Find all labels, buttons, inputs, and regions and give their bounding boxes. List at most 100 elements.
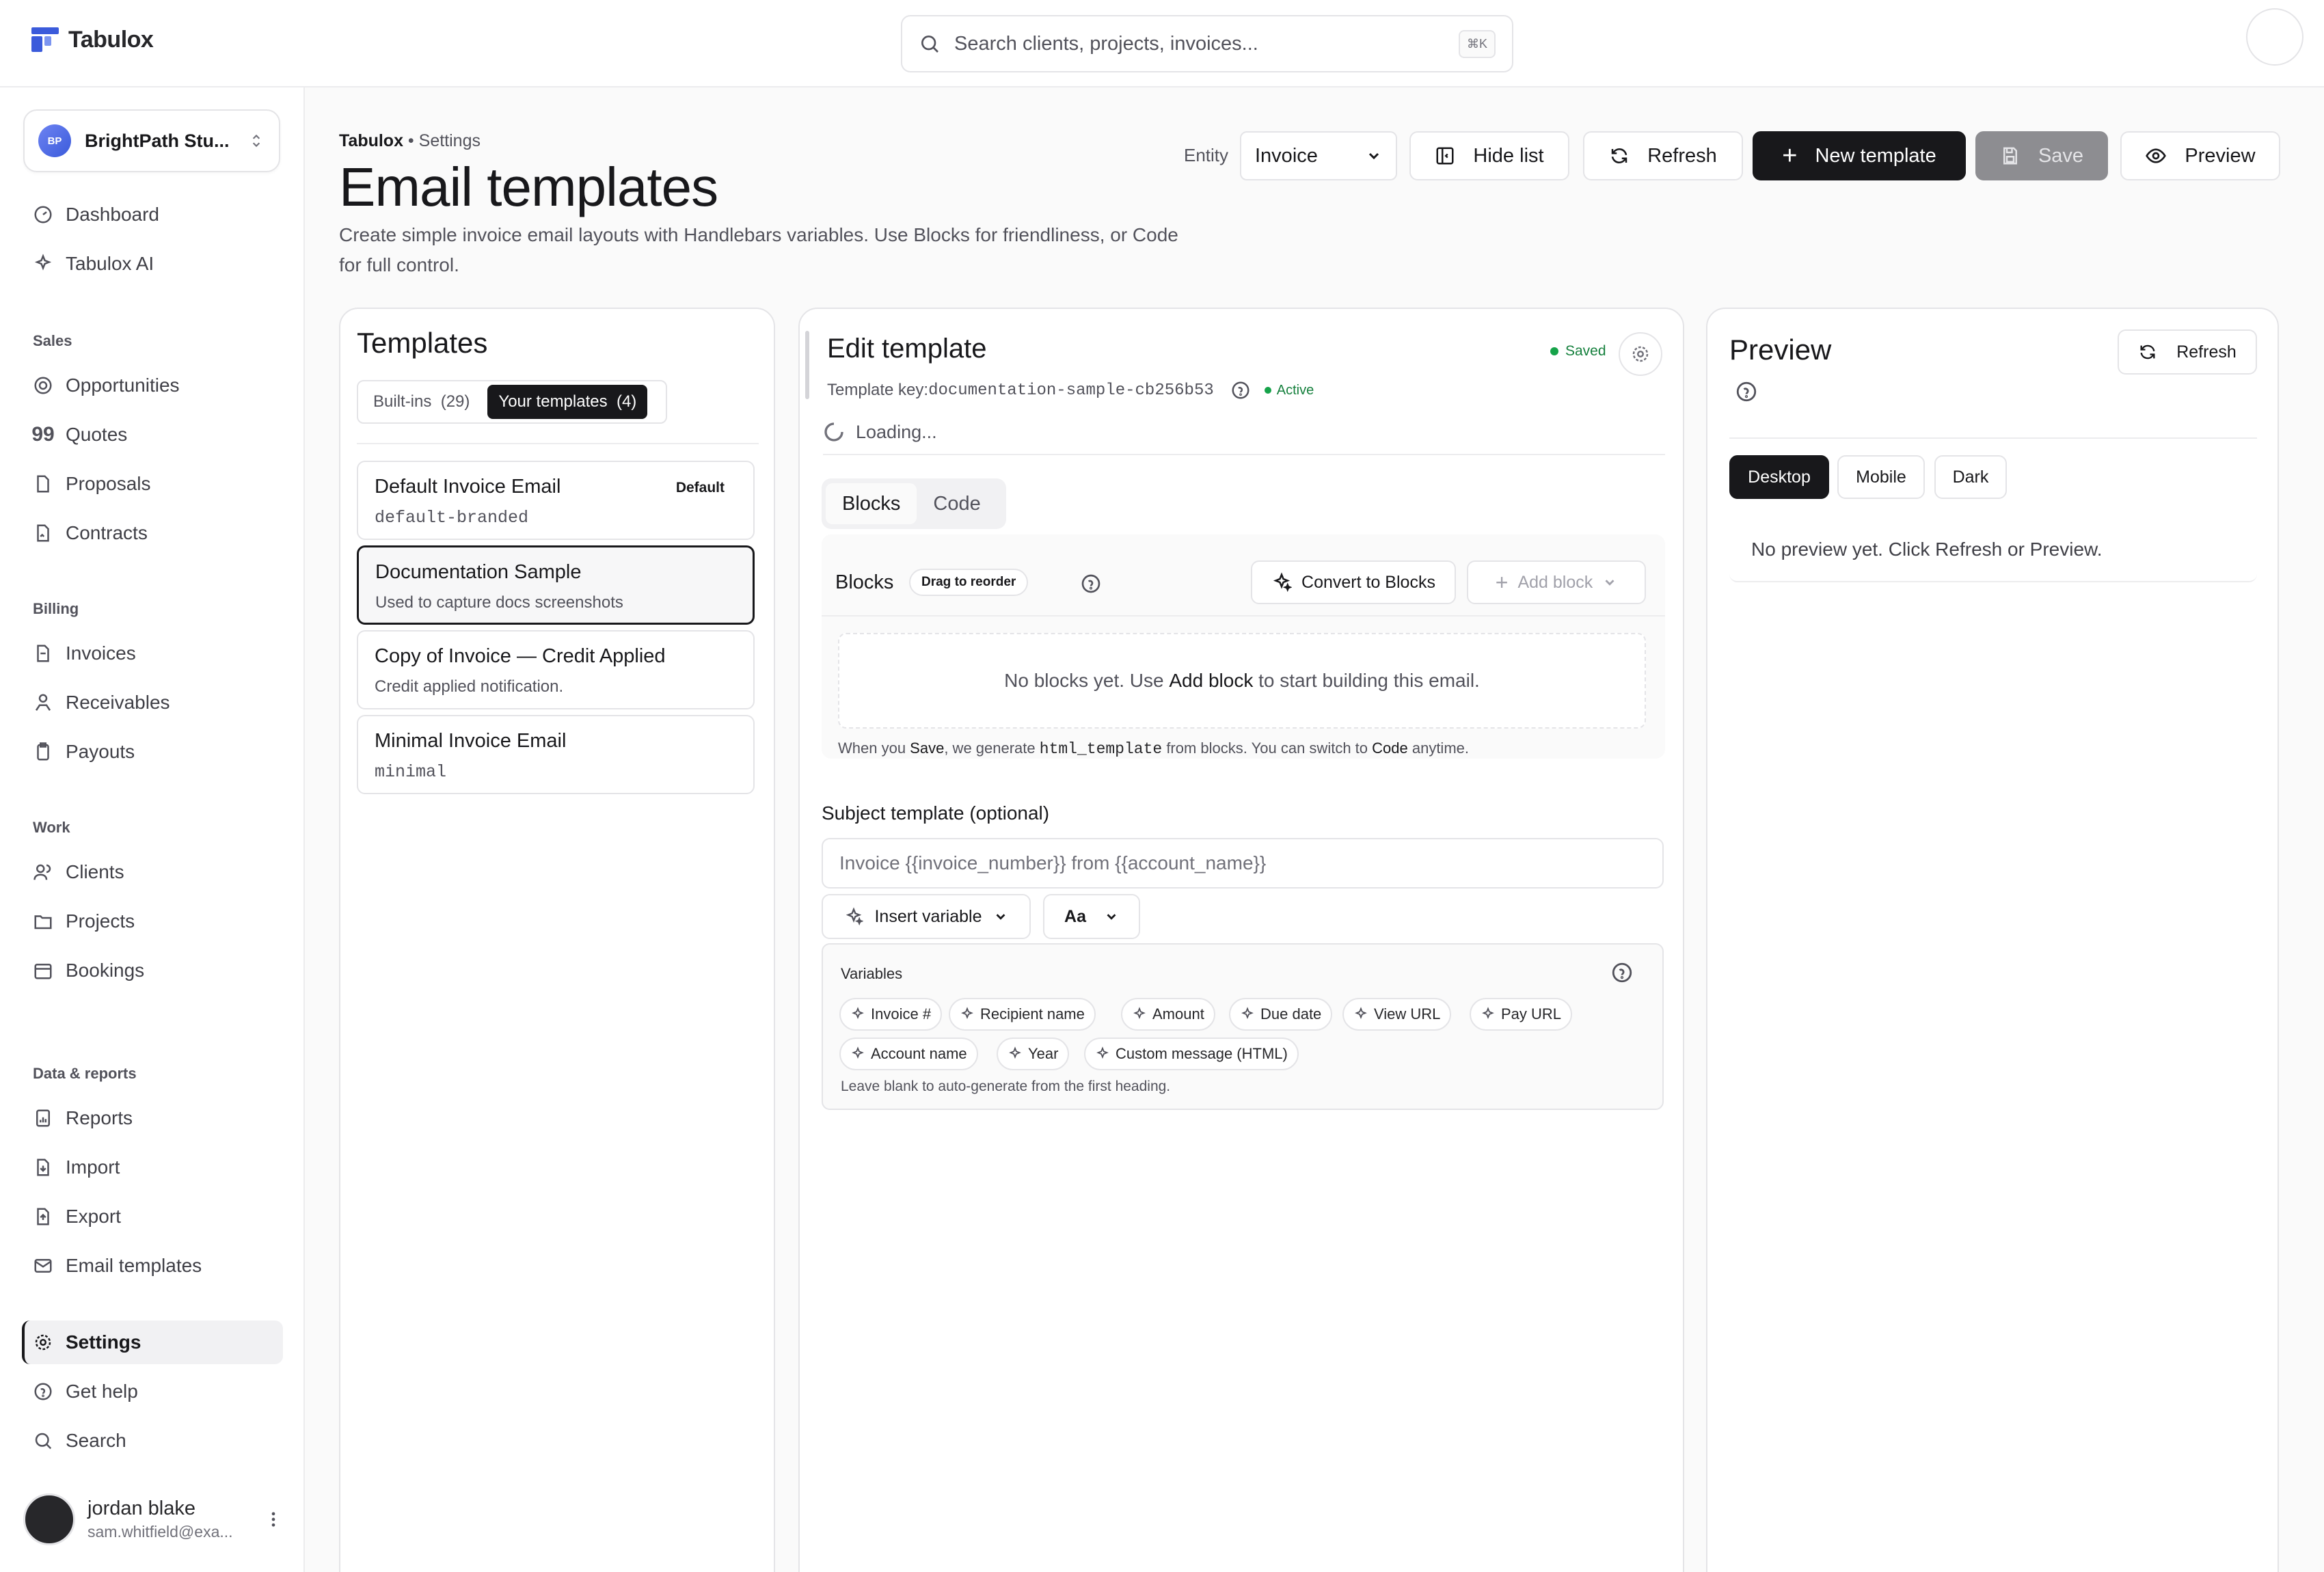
sidebar-item-reports[interactable]: Reports <box>22 1096 283 1140</box>
variable-chip-year[interactable]: Year <box>997 1038 1070 1070</box>
divider <box>357 443 759 444</box>
help-circle-icon[interactable] <box>1735 380 1758 403</box>
template-key-label: Template key: <box>827 381 929 399</box>
preview-button[interactable]: Preview <box>2120 131 2280 180</box>
sidebar-item-import[interactable]: Import <box>22 1146 283 1189</box>
save-icon <box>2003 147 2017 165</box>
variable-chip-custom-message[interactable]: Custom message (HTML) <box>1084 1038 1299 1070</box>
tab-your-templates[interactable]: Your templates (4) <box>487 385 648 419</box>
sidebar-item-label: Tabulox AI <box>66 253 154 274</box>
subject-input[interactable]: Invoice {{invoice_number}} from {{accoun… <box>822 838 1664 889</box>
preview-panel: Preview Refresh Desktop Mobile Dark No p… <box>1706 308 2279 1572</box>
help-circle-icon[interactable] <box>1080 573 1102 595</box>
sidebar-item-label: Bookings <box>66 960 145 981</box>
template-item[interactable]: Default Invoice Email default-branded De… <box>357 461 755 540</box>
mode-code-tab[interactable]: Code <box>921 483 992 524</box>
tab-builtins[interactable]: Built-ins (29) <box>362 385 481 419</box>
app-logo[interactable]: Tabulox <box>30 25 154 55</box>
tab-count: (29) <box>440 392 470 411</box>
template-name: Minimal Invoice Email <box>375 730 567 752</box>
sidebar-item-export[interactable]: Export <box>22 1195 283 1238</box>
preview-mode-dark[interactable]: Dark <box>1934 455 2007 499</box>
subject-label: Subject template (optional) <box>822 802 1050 824</box>
sidebar-section-billing: Billing <box>33 600 79 617</box>
convert-to-blocks-button[interactable]: Convert to Blocks <box>1251 560 1456 604</box>
default-badge: Default <box>675 480 725 496</box>
variable-chip-invoice-number[interactable]: Invoice # <box>839 998 943 1031</box>
workspace-switcher[interactable]: BP BrightPath Stu... <box>23 109 280 172</box>
saved-status: Saved <box>1550 343 1606 360</box>
preview-refresh-button[interactable]: Refresh <box>2118 329 2257 375</box>
account-avatar[interactable] <box>2246 8 2303 66</box>
add-block-button[interactable]: + Add block <box>1467 560 1646 604</box>
new-template-button[interactable]: + New template <box>1753 131 1966 180</box>
mode-blocks-tab[interactable]: Blocks <box>826 483 917 524</box>
active-status: Active <box>1276 382 1314 398</box>
global-search[interactable]: Search clients, projects, invoices... ⌘K <box>901 15 1513 72</box>
search-input[interactable]: Search clients, projects, invoices... <box>954 33 1459 55</box>
sidebar-item-tabulox-ai[interactable]: Tabulox AI <box>22 242 283 286</box>
entity-select[interactable]: Invoice <box>1240 131 1397 180</box>
sidebar-item-opportunities[interactable]: Opportunities <box>22 364 283 407</box>
sidebar-item-projects[interactable]: Projects <box>22 899 283 943</box>
template-item[interactable]: Copy of Invoice — Credit Applied Credit … <box>357 630 755 709</box>
preview-empty-state: No preview yet. Click Refresh or Preview… <box>1729 518 2257 582</box>
template-key-row: Template key: documentation-sample-cb256… <box>827 380 1314 401</box>
insert-variable-button[interactable]: Insert variable <box>822 894 1031 939</box>
more-vertical-icon[interactable] <box>264 1510 283 1529</box>
sidebar-item-label: Get help <box>66 1381 138 1402</box>
calendar-icon <box>34 964 52 979</box>
sidebar-item-bookings[interactable]: Bookings <box>22 949 283 992</box>
gear-icon <box>35 1334 51 1351</box>
variable-chip-due-date[interactable]: Due date <box>1229 998 1333 1031</box>
user-menu[interactable]: jordan blake sam.whitfield@exa... <box>23 1489 283 1550</box>
variable-chip-label: Invoice # <box>871 1005 932 1022</box>
sidebar-item-label: Proposals <box>66 473 151 494</box>
sidebar-item-invoices[interactable]: Invoices <box>22 632 283 675</box>
target-icon <box>34 377 52 394</box>
sidebar-item-email-templates[interactable]: Email templates <box>22 1244 283 1288</box>
save-label: Save <box>2038 144 2084 167</box>
sidebar-item-search[interactable]: Search <box>22 1419 283 1463</box>
breadcrumb-root[interactable]: Tabulox <box>339 131 403 150</box>
help-circle-icon[interactable] <box>1230 380 1251 401</box>
breadcrumb-current[interactable]: Settings <box>419 131 481 150</box>
sparkles-icon <box>1133 1007 1146 1020</box>
sidebar-item-contracts[interactable]: Contracts <box>22 511 283 555</box>
breadcrumb-separator: • <box>403 131 419 150</box>
empty-text-emphasis: Add block <box>1169 670 1254 691</box>
variable-chip-pay-url[interactable]: Pay URL <box>1470 998 1573 1031</box>
sidebar-item-proposals[interactable]: Proposals <box>22 462 283 506</box>
sidebar-item-receivables[interactable]: Receivables <box>22 681 283 724</box>
template-settings-button[interactable] <box>1619 332 1662 376</box>
eye-icon <box>2146 148 2167 163</box>
text-format-button[interactable]: Aa <box>1043 894 1140 939</box>
sidebar-item-clients[interactable]: Clients <box>22 850 283 894</box>
sidebar-item-quotes[interactable]: 99 Quotes <box>22 413 283 457</box>
sidebar-item-get-help[interactable]: Get help <box>22 1370 283 1413</box>
file-export-icon <box>37 1208 49 1225</box>
template-item[interactable]: Minimal Invoice Email minimal <box>357 715 755 794</box>
variable-chip-account-name[interactable]: Account name <box>839 1038 978 1070</box>
preview-mode-desktop[interactable]: Desktop <box>1729 455 1829 499</box>
variable-chip-view-url[interactable]: View URL <box>1342 998 1452 1031</box>
template-key-value: documentation-sample-cb256b53 <box>928 381 1214 400</box>
divider <box>823 454 1665 455</box>
hide-list-button[interactable]: Hide list <box>1409 131 1569 180</box>
chevron-down-icon <box>1605 580 1614 586</box>
template-item-selected[interactable]: Documentation Sample Used to capture doc… <box>357 545 755 625</box>
help-circle-icon[interactable] <box>1610 961 1634 984</box>
variable-chip-amount[interactable]: Amount <box>1121 998 1215 1031</box>
note-text: anytime. <box>1407 740 1469 757</box>
variable-chip-recipient-name[interactable]: Recipient name <box>949 998 1096 1031</box>
breadcrumb: Tabulox • Settings <box>339 131 481 151</box>
variable-chip-label: Due date <box>1260 1005 1322 1022</box>
sidebar-item-label: Export <box>66 1206 121 1227</box>
sidebar-item-settings[interactable]: Settings <box>22 1320 283 1364</box>
refresh-button[interactable]: Refresh <box>1583 131 1743 180</box>
sidebar-item-dashboard[interactable]: Dashboard <box>22 193 283 236</box>
preview-mode-mobile[interactable]: Mobile <box>1837 455 1925 499</box>
sidebar-item-payouts[interactable]: Payouts <box>22 730 283 774</box>
save-button[interactable]: Save <box>1975 131 2108 180</box>
variables-hint: Leave blank to auto-generate from the fi… <box>841 1079 1171 1094</box>
